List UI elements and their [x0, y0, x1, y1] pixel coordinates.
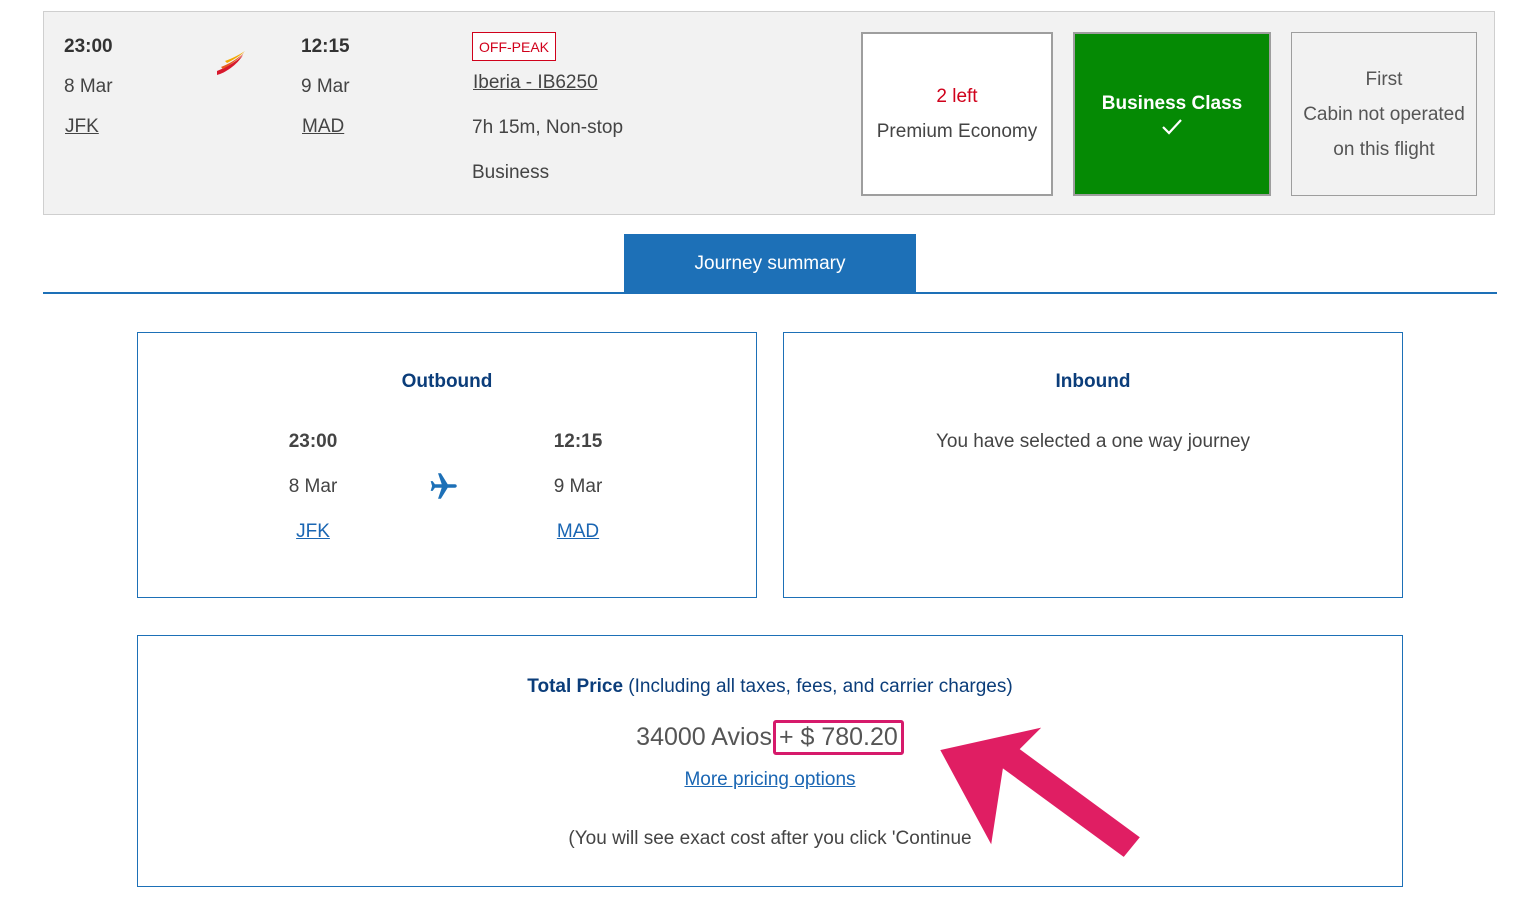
first-class-option: First Cabin not operated on this flight — [1291, 32, 1477, 196]
price-heading-label: Total Price — [527, 676, 624, 697]
inbound-title: Inbound — [1055, 371, 1131, 392]
plane-icon — [430, 473, 457, 499]
depart-date: 8 Mar — [64, 76, 113, 97]
tab-divider — [43, 292, 1497, 294]
outbound-depart-date: 8 Mar — [288, 476, 338, 497]
price-heading: Total Price (Including all taxes, fees, … — [138, 676, 1402, 698]
inbound-message: You have selected a one way journey — [935, 431, 1251, 452]
depart-airport-link[interactable]: JFK — [65, 116, 99, 138]
outbound-summary: Outbound 23:00 8 Mar JFK 12:15 9 Mar MAD — [137, 332, 757, 598]
flight-duration: 7h 15m, Non-stop — [472, 117, 624, 138]
premium-economy-label: Premium Economy — [876, 121, 1038, 142]
arrive-airport-link[interactable]: MAD — [302, 116, 344, 138]
iberia-logo-icon — [217, 51, 245, 75]
depart-time: 23:00 — [64, 36, 113, 57]
first-class-note-2: on this flight — [1333, 138, 1435, 160]
price-cash-amount: + $ 780.20 — [772, 720, 904, 755]
total-price-box: Total Price (Including all taxes, fees, … — [137, 635, 1403, 887]
first-class-label: First — [1365, 68, 1403, 90]
outbound-title: Outbound — [401, 371, 493, 392]
checkmark-icon — [1162, 119, 1182, 135]
first-class-note-1: Cabin not operated — [1303, 103, 1465, 125]
price-avios: 34000 Avios — [636, 723, 772, 751]
outbound-arrive-time: 12:15 — [553, 431, 603, 452]
outbound-arrive-airport-link[interactable]: MAD — [557, 521, 599, 542]
inbound-summary: Inbound You have selected a one way jour… — [783, 332, 1403, 598]
arrive-date: 9 Mar — [301, 76, 350, 97]
business-class-option[interactable]: Business Class — [1073, 32, 1271, 196]
flight-row: 23:00 8 Mar JFK 12:15 9 Mar MAD OFF-PEAK… — [43, 11, 1495, 215]
premium-economy-option[interactable]: 2 left Premium Economy — [861, 32, 1053, 196]
price-heading-note: (Including all taxes, fees, and carrier … — [628, 676, 1013, 697]
flight-number-link[interactable]: Iberia - IB6250 — [473, 72, 598, 94]
business-class-label: Business Class — [1101, 93, 1243, 114]
tab-journey-summary[interactable]: Journey summary — [624, 234, 916, 293]
arrive-time: 12:15 — [301, 36, 350, 57]
more-pricing-options-link[interactable]: More pricing options — [684, 769, 855, 790]
seats-left: 2 left — [936, 86, 978, 107]
annotation-arrow-icon — [935, 725, 1145, 862]
price-line: 34000 Avios + $ 780.20 — [138, 720, 1402, 755]
flight-cabin: Business — [472, 162, 550, 183]
outbound-arrive-date: 9 Mar — [553, 476, 603, 497]
outbound-depart-airport-link[interactable]: JFK — [296, 521, 330, 542]
outbound-depart-time: 23:00 — [288, 431, 338, 452]
off-peak-badge: OFF-PEAK — [472, 32, 557, 61]
price-note: (You will see exact cost after you click… — [568, 828, 972, 849]
